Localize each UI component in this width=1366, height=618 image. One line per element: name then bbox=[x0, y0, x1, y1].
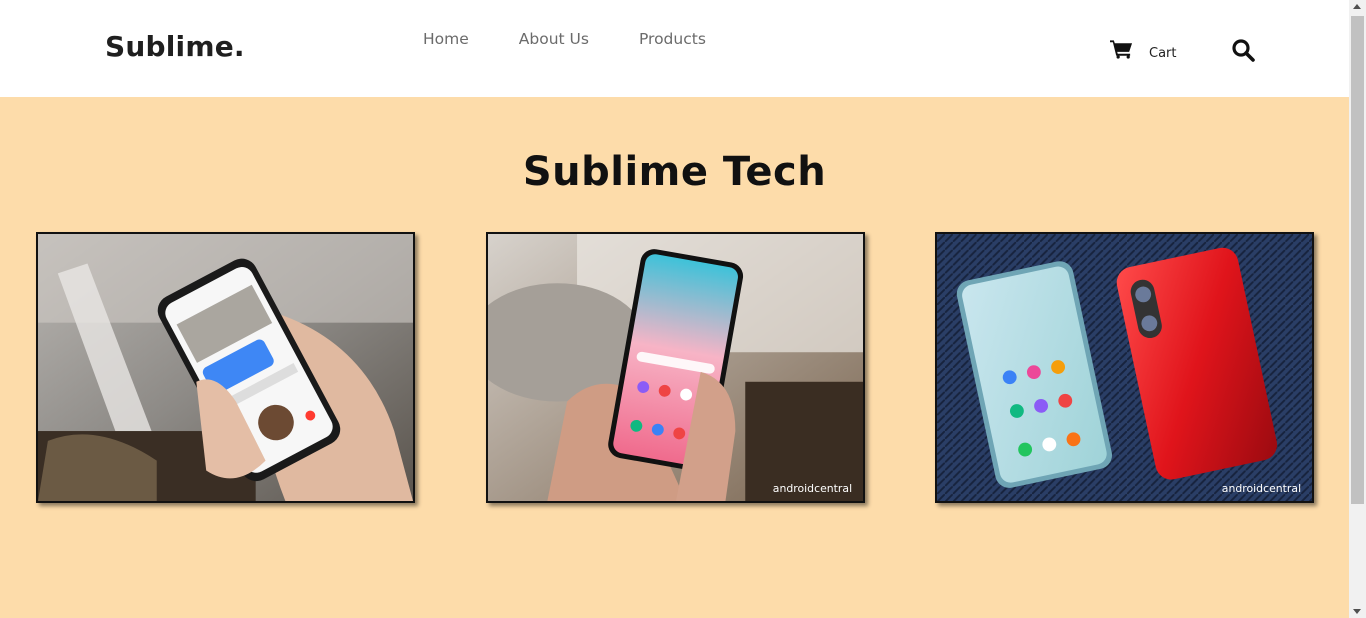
hero-title: Sublime Tech bbox=[522, 149, 827, 195]
cart-button[interactable]: Cart bbox=[1110, 36, 1177, 61]
galaxy-s10-in-hand-photo: androidcentral bbox=[488, 234, 863, 501]
nav-home-link[interactable]: Home bbox=[423, 30, 469, 48]
scroll-up-arrow-icon[interactable] bbox=[1353, 4, 1361, 9]
product-card-galaxy[interactable]: androidcentral bbox=[486, 232, 865, 503]
product-card-iphone[interactable] bbox=[36, 232, 415, 503]
iphone-in-hand-photo bbox=[38, 234, 413, 501]
product-card-huawei[interactable]: androidcentral bbox=[935, 232, 1314, 503]
vertical-scrollbar[interactable] bbox=[1349, 0, 1366, 618]
watermark-text: androidcentral bbox=[773, 482, 852, 495]
scroll-down-arrow-icon[interactable] bbox=[1353, 609, 1361, 614]
scroll-thumb[interactable] bbox=[1351, 16, 1364, 504]
hero-section: Sublime Tech androidcentral androidcentr… bbox=[0, 97, 1349, 618]
nav-products-link[interactable]: Products bbox=[639, 30, 706, 48]
watermark-text: androidcentral bbox=[1222, 482, 1301, 495]
main-nav: Home About Us Products bbox=[423, 30, 756, 48]
site-header: Sublime. Home About Us Products Cart bbox=[0, 0, 1349, 97]
shopping-cart-icon bbox=[1110, 39, 1133, 59]
search-icon[interactable] bbox=[1231, 38, 1255, 62]
nav-about-link[interactable]: About Us bbox=[519, 30, 589, 48]
cart-label: Cart bbox=[1149, 46, 1177, 61]
site-logo[interactable]: Sublime. bbox=[105, 30, 245, 63]
huawei-p30-pair-photo: androidcentral bbox=[937, 234, 1312, 501]
